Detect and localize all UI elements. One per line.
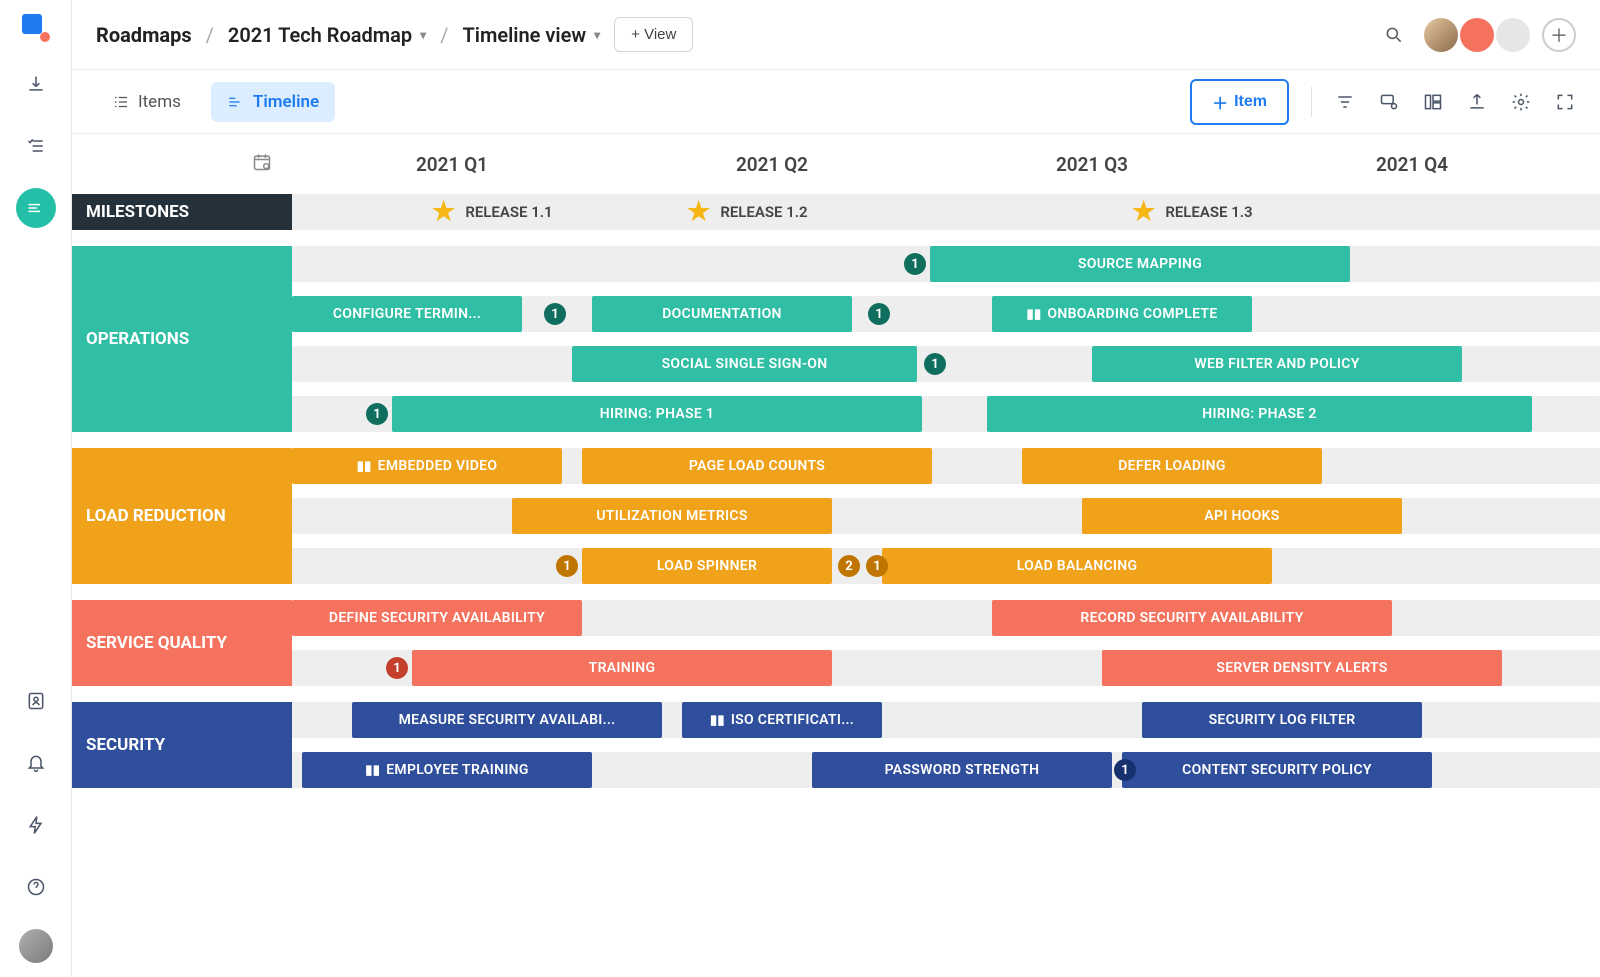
dependency-count-badge[interactable]: 1 [556, 555, 578, 577]
breadcrumb-project[interactable]: 2021 Tech Roadmap ▾ [228, 23, 426, 47]
timeline-bar[interactable]: WEB FILTER AND POLICY [1092, 346, 1462, 382]
timeline-bar[interactable]: DEFER LOADING [1022, 448, 1322, 484]
timeline-bar[interactable]: UTILIZATION METRICS [512, 498, 832, 534]
star-icon: ★ [687, 197, 710, 227]
timeline-bar[interactable]: PAGE LOAD COUNTS [582, 448, 932, 484]
timeline-bar[interactable]: ▮▮EMPLOYEE TRAINING [302, 752, 592, 788]
timeline-bar[interactable]: DEFINE SECURITY AVAILABILITY [292, 600, 582, 636]
user-avatar-2[interactable] [1460, 18, 1494, 52]
tab-items[interactable]: Items [96, 82, 197, 122]
timeline: 2021 Q12021 Q22021 Q32021 Q4 MILESTONES … [72, 134, 1600, 977]
timeline-bar[interactable]: SERVER DENSITY ALERTS [1102, 650, 1502, 686]
quarter-header-cell: 2021 Q1 [292, 153, 612, 176]
timeline-bar[interactable]: ▮▮ONBOARDING COMPLETE [992, 296, 1252, 332]
dependency-count-badge[interactable]: 1 [866, 555, 888, 577]
lane-security: SECURITY MEASURE SECURITY AVAILABI... ▮▮I… [72, 702, 1600, 804]
timeline-bar[interactable]: HIRING: PHASE 1 [392, 396, 922, 432]
timeline-bar[interactable]: CONTENT SECURITY POLICY [1122, 752, 1432, 788]
timeline-bar[interactable]: SOURCE MAPPING [930, 246, 1350, 282]
lane-label-load: LOAD REDUCTION [72, 448, 292, 584]
link-icon[interactable] [1378, 91, 1400, 113]
timeline-bar[interactable]: HIRING: PHASE 2 [987, 396, 1532, 432]
lane-label-milestones: MILESTONES [72, 194, 292, 230]
rail-list-icon[interactable] [16, 126, 56, 166]
plus-icon: ＋ [1212, 90, 1228, 114]
milestone-marker[interactable]: ★RELEASE 1.1 [432, 194, 553, 230]
add-member-button[interactable]: ＋ [1542, 18, 1576, 52]
timeline-bar[interactable]: SOCIAL SINGLE SIGN-ON [572, 346, 917, 382]
timeline-bar[interactable]: API HOOKS [1082, 498, 1402, 534]
timeline-scroll[interactable]: 2021 Q12021 Q22021 Q32021 Q4 MILESTONES … [72, 134, 1600, 977]
milestone-flag-icon: ▮▮ [357, 459, 372, 474]
dependency-count-badge[interactable]: 1 [904, 253, 926, 275]
rail-notifications-icon[interactable] [16, 743, 56, 783]
add-item-button[interactable]: ＋ Item [1190, 79, 1289, 125]
lane-operations: OPERATIONS SOURCE MAPPING1CONFIGURE TERM… [72, 246, 1600, 448]
tab-timeline[interactable]: Timeline [211, 82, 335, 122]
quarter-header-cell: 2021 Q4 [1252, 153, 1572, 176]
timeline-bar[interactable]: MEASURE SECURITY AVAILABI... [352, 702, 662, 738]
lane-label-operations: OPERATIONS [72, 246, 292, 432]
timeline-bar[interactable]: DOCUMENTATION [592, 296, 852, 332]
star-icon: ★ [432, 197, 455, 227]
star-icon: ★ [1132, 197, 1155, 227]
timeline-bar[interactable]: PASSWORD STRENGTH [812, 752, 1112, 788]
search-icon[interactable] [1376, 17, 1412, 53]
fullscreen-icon[interactable] [1554, 91, 1576, 113]
calendar-settings-icon[interactable] [252, 152, 272, 176]
timeline-bar[interactable]: ▮▮EMBEDDED VIDEO [292, 448, 562, 484]
milestone-flag-icon: ▮▮ [710, 713, 725, 728]
timeline-bar[interactable]: LOAD SPINNER [582, 548, 832, 584]
dependency-count-badge[interactable]: 1 [1114, 759, 1136, 781]
export-icon[interactable] [1466, 91, 1488, 113]
add-view-button[interactable]: + View [614, 17, 693, 52]
timeline-bar[interactable]: LOAD BALANCING [882, 548, 1272, 584]
filter-icon[interactable] [1334, 91, 1356, 113]
timeline-bar[interactable]: SECURITY LOG FILTER [1142, 702, 1422, 738]
user-avatar-1[interactable] [1424, 18, 1458, 52]
milestone-flag-icon: ▮▮ [1026, 307, 1041, 322]
dependency-count-badge[interactable]: 1 [868, 303, 890, 325]
lane-milestones: MILESTONES ★RELEASE 1.1 ★RELEASE 1.2 ★RELE… [72, 194, 1600, 246]
lane-label-service: SERVICE QUALITY [72, 600, 292, 686]
timeline-bar[interactable]: CONFIGURE TERMIN... [292, 296, 522, 332]
dependency-count-badge[interactable]: 1 [544, 303, 566, 325]
breadcrumb-sep: / [206, 23, 214, 47]
rail-download-icon[interactable] [16, 64, 56, 104]
milestone-marker[interactable]: ★RELEASE 1.2 [687, 194, 808, 230]
breadcrumb-sep: / [440, 23, 448, 47]
timeline-bar[interactable]: TRAINING [412, 650, 832, 686]
timeline-bar[interactable]: RECORD SECURITY AVAILABILITY [992, 600, 1392, 636]
left-rail [0, 0, 72, 977]
rail-roadmap-icon[interactable] [16, 188, 56, 228]
lane-label-security: SECURITY [72, 702, 292, 788]
dependency-count-badge[interactable]: 1 [366, 403, 388, 425]
rail-activity-icon[interactable] [16, 805, 56, 845]
quarter-header-cell: 2021 Q2 [612, 153, 932, 176]
topbar: Roadmaps / 2021 Tech Roadmap ▾ / Timelin… [72, 0, 1600, 70]
gear-icon[interactable] [1510, 91, 1532, 113]
lane-service-quality: SERVICE QUALITY DEFINE SECURITY AVAILABI… [72, 600, 1600, 702]
rail-help-icon[interactable] [16, 867, 56, 907]
app-logo[interactable] [22, 14, 50, 42]
chevron-down-icon: ▾ [420, 28, 426, 42]
milestone-marker[interactable]: ★RELEASE 1.3 [1132, 194, 1253, 230]
chevron-down-icon: ▾ [594, 28, 600, 42]
timeline-bar[interactable]: ▮▮ISO CERTIFICATI... [682, 702, 882, 738]
rail-user-avatar[interactable] [19, 929, 53, 963]
dependency-count-badge[interactable]: 1 [924, 353, 946, 375]
layout-icon[interactable] [1422, 91, 1444, 113]
breadcrumb-root[interactable]: Roadmaps [96, 23, 192, 47]
user-avatar-3[interactable] [1496, 18, 1530, 52]
milestone-flag-icon: ▮▮ [365, 763, 380, 778]
secondary-toolbar: Items Timeline ＋ Item [72, 70, 1600, 134]
quarter-header-cell: 2021 Q3 [932, 153, 1252, 176]
dependency-count-badge[interactable]: 2 [838, 555, 860, 577]
breadcrumb-view[interactable]: Timeline view ▾ [462, 23, 600, 47]
dependency-count-badge[interactable]: 1 [386, 657, 408, 679]
rail-contacts-icon[interactable] [16, 681, 56, 721]
main-area: Roadmaps / 2021 Tech Roadmap ▾ / Timelin… [72, 0, 1600, 977]
timeline-header: 2021 Q12021 Q22021 Q32021 Q4 [72, 134, 1600, 194]
lane-load-reduction: LOAD REDUCTION ▮▮EMBEDDED VIDEO PAGE LOAD… [72, 448, 1600, 600]
